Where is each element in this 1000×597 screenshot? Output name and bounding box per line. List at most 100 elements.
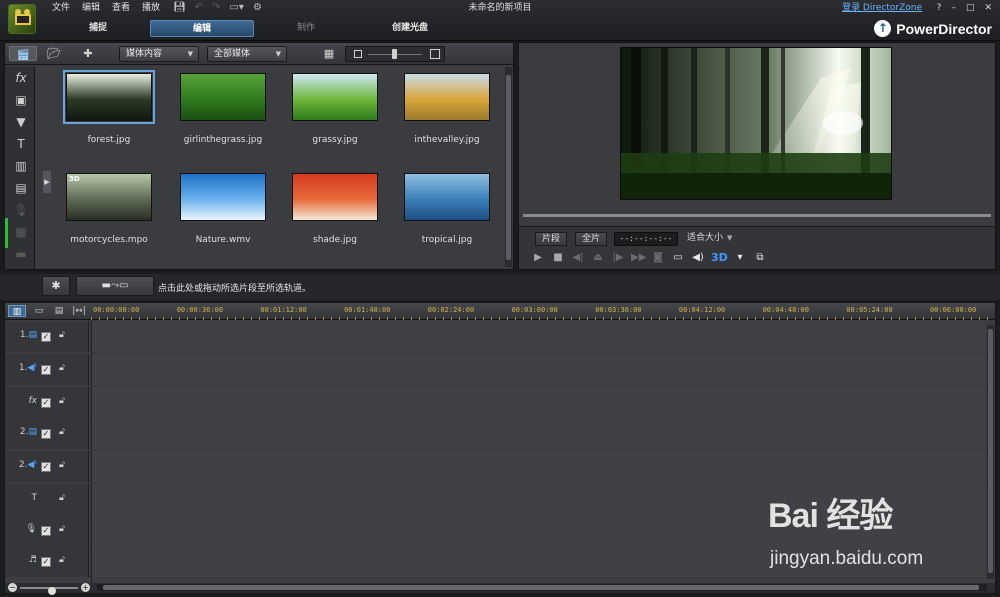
menu-file[interactable]: 文件 [46,2,76,14]
track-enable-checkbox[interactable]: ✓ [41,557,51,567]
thumbnail-size-slider[interactable] [345,46,445,62]
plugin-icon[interactable]: ✚ [79,46,97,61]
lock-icon[interactable]: 🔓︎ [59,330,65,340]
track-content-area[interactable] [91,321,985,352]
track-header[interactable]: 2.▤ ✓ 🔓︎ [5,418,89,449]
track-content-area[interactable] [91,387,985,418]
track-enable-checkbox[interactable]: ✓ [41,332,51,342]
media-thumbnail[interactable] [292,173,378,221]
settings-icon[interactable]: ⚙ [253,2,262,14]
track-content-area[interactable] [91,515,985,546]
track-enable-checkbox[interactable]: ✓ [41,526,51,536]
media-item[interactable]: inthevalley.jpg [395,73,495,153]
lock-icon[interactable]: 🔓︎ [59,493,65,503]
media-item[interactable]: Nature.wmv [171,173,271,253]
title-room-icon[interactable]: T [11,136,31,152]
media-thumbnail[interactable] [180,73,266,121]
tab-produce[interactable]: 制作 [254,20,358,37]
track-enable-checkbox[interactable]: ✓ [41,365,51,375]
menu-room-icon[interactable]: ▤ [11,180,31,196]
menu-edit[interactable]: 编辑 [76,2,106,14]
track-header[interactable]: fx ✓ 🔓︎ [5,387,89,418]
timecode-display[interactable]: --:--:--:-- [614,232,678,246]
grid-view-icon[interactable]: ▦ [320,46,338,61]
undock-icon[interactable]: ⧉ [753,251,767,265]
prev-frame-icon[interactable]: ◀| [571,251,585,265]
volume-icon[interactable]: ◀) [691,251,705,265]
restore-button[interactable]: □ [966,2,975,14]
playhead[interactable] [91,321,92,583]
lock-icon[interactable]: 🔓︎ [59,396,65,406]
media-item[interactable]: tropical.jpg [395,173,495,253]
save-icon[interactable]: 💾︎ [173,2,186,14]
track-manager-icon[interactable]: ▤ [50,305,68,317]
lock-icon[interactable]: 🔓︎ [59,460,65,470]
menu-play[interactable]: 播放 [136,2,166,14]
lock-icon[interactable]: 🔓︎ [59,427,65,437]
voice-room-icon[interactable]: 🎙︎ [11,202,31,218]
snapshot-icon[interactable]: ◙ [651,251,665,265]
lock-icon[interactable]: 🔓︎ [59,363,65,373]
help-button[interactable]: ? [937,2,942,14]
login-directorzone-link[interactable]: 登录 DirectorZone [842,2,922,14]
scrollbar-thumb[interactable] [506,75,511,260]
media-thumbnail[interactable] [292,73,378,121]
media-item[interactable]: grassy.jpg [283,73,383,153]
insert-to-track-button[interactable]: ▬⤳▭ [76,276,154,296]
media-thumbnail[interactable] [180,173,266,221]
media-thumbnail[interactable]: 3D [66,173,152,221]
timeline-vertical-scrollbar[interactable] [987,325,994,579]
fast-forward-icon[interactable]: ▶▶ [631,251,646,265]
track-content-area[interactable] [91,354,985,385]
media-content-dropdown[interactable]: 媒体内容 ▼ [119,46,199,62]
media-item[interactable]: 3D motorcycles.mpo [57,173,157,253]
track-header[interactable]: 🎙 ✓ 🔓︎ [5,515,89,546]
redo-icon[interactable]: ↷ [212,2,220,14]
lock-icon[interactable]: 🔓︎ [59,524,65,534]
zoom-in-icon[interactable]: + [81,583,90,592]
clip-mode-button[interactable]: 片段 [535,232,567,246]
zoom-slider-thumb[interactable] [48,587,56,595]
close-button[interactable]: ✕ [984,2,992,14]
media-thumbnail[interactable] [63,70,155,124]
upgrade-arrow-icon[interactable]: ↑ [874,20,892,37]
particle-room-icon[interactable]: ▼ [11,114,31,130]
track-header[interactable]: T 🔓︎ [5,484,89,515]
3d-dropdown-icon[interactable]: ▾ [733,251,747,265]
media-type-dropdown[interactable]: 全部媒体 ▼ [207,46,287,62]
dual-monitor-icon[interactable]: ▭ [671,251,685,265]
import-media-icon[interactable]: 📂︎ [45,46,63,61]
display-mode-icon[interactable]: ▭▾ [229,2,243,14]
track-header[interactable]: 2.◀ᵗ ✓ 🔓︎ [5,451,89,482]
preview-seek-bar[interactable] [523,214,991,217]
chapter-room-icon[interactable]: ▦ [11,224,31,240]
scrollbar-thumb[interactable] [988,329,993,573]
storyboard-view-icon[interactable]: ▭ [30,305,48,317]
zoom-out-icon[interactable]: − [8,583,17,592]
track-header[interactable]: 1.▤ ✓ 🔓︎ [5,321,89,352]
track-content-area[interactable] [91,451,985,482]
tab-capture[interactable]: 捕捉 [46,20,150,37]
timeline-view-icon[interactable]: ▥ [8,305,26,317]
media-room-icon[interactable]: 🎬︎ [9,46,37,61]
slider-thumb[interactable] [392,49,397,59]
menu-view[interactable]: 查看 [106,2,136,14]
track-enable-checkbox[interactable]: ✓ [41,462,51,472]
pip-room-icon[interactable]: ▣ [11,92,31,108]
time-ruler[interactable]: 00:00:00:00 00:00:36:00 00:01:12:00 00:01:4… [91,303,995,320]
minimize-button[interactable]: – [951,2,956,14]
3d-icon[interactable]: 3D [711,251,728,265]
play-icon[interactable]: ▶ [531,251,545,265]
media-item[interactable]: forest.jpg [57,70,157,153]
lock-icon[interactable]: 🔓︎ [59,555,65,565]
next-frame-icon[interactable]: |▶ [611,251,625,265]
subtitle-room-icon[interactable]: ▬ [11,246,31,262]
fit-timeline-icon[interactable]: |↔| [70,305,88,317]
track-content-area[interactable] [91,418,985,449]
stop-icon[interactable]: ■ [551,251,565,265]
transition-room-icon[interactable]: ▥ [11,158,31,174]
track-content-area[interactable] [91,546,985,577]
preview-size-dropdown[interactable]: 适合大小 ▼ [683,232,741,246]
library-scrollbar[interactable] [505,67,512,267]
track-content-area[interactable] [91,484,985,515]
